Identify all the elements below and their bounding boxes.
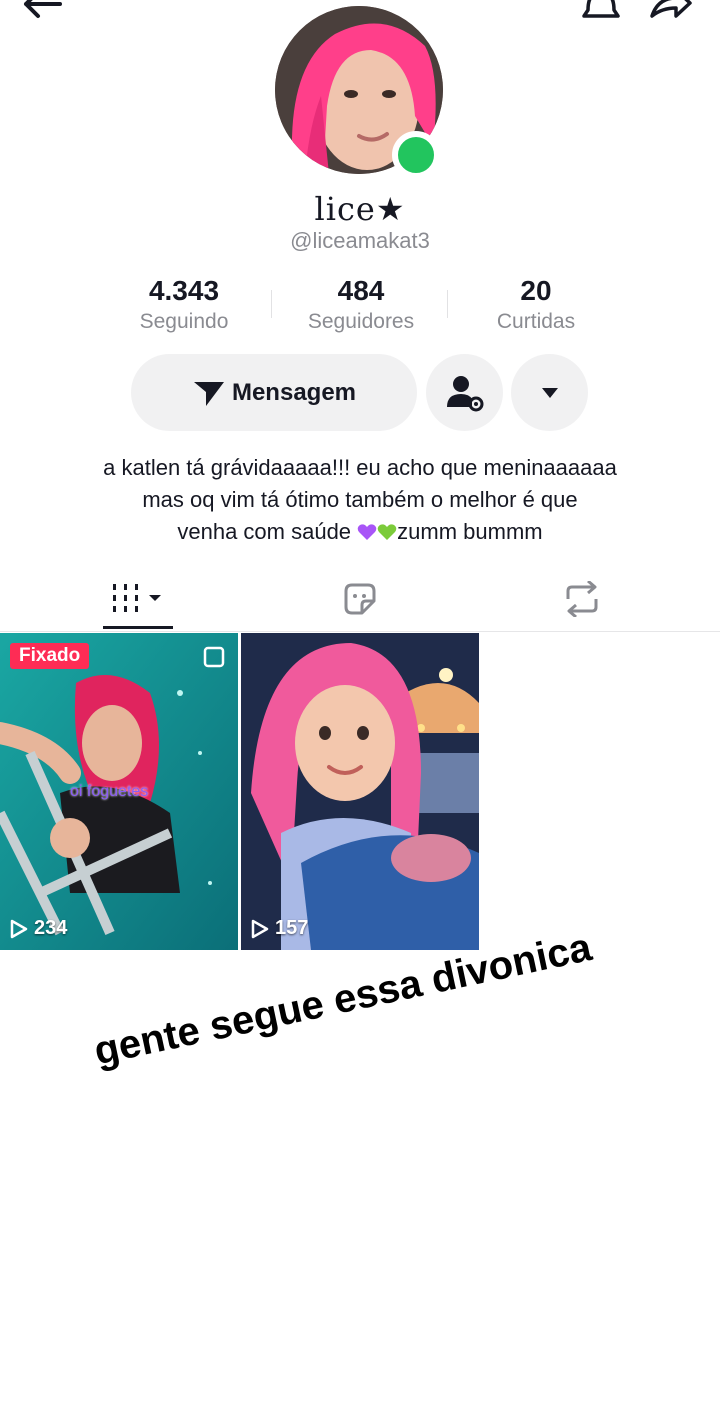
view-count: 234 <box>10 917 67 940</box>
follow-settings-button[interactable] <box>426 354 503 431</box>
stat-followers-label: Seguidores <box>307 310 415 333</box>
green-heart-icon <box>377 524 397 540</box>
stat-followers[interactable]: 484 Seguidores <box>276 274 446 336</box>
send-icon <box>193 381 224 406</box>
view-count: 157 <box>251 917 308 940</box>
bio-text: zumm bummm <box>397 519 543 544</box>
sticker-icon <box>344 583 376 615</box>
play-icon <box>10 919 28 938</box>
bio-line: a katlen tá grávidaaaaa!!! eu acho que m… <box>103 455 617 480</box>
view-count-value: 157 <box>275 917 309 939</box>
video-thumbnail-image <box>241 633 479 950</box>
video-overlay-text: oi foguetes <box>70 783 149 800</box>
stat-likes-value: 20 <box>520 275 552 306</box>
user-settings-icon <box>446 375 483 411</box>
caret-down-icon <box>541 387 558 398</box>
stat-following[interactable]: 4.343 Seguindo <box>99 274 269 336</box>
view-count-value: 234 <box>34 917 68 939</box>
profile-bio: a katlen tá grávidaaaaa!!! eu acho que m… <box>40 452 680 548</box>
bio-text: venha com saúde <box>177 519 358 544</box>
repost-icon <box>566 581 598 617</box>
share-icon[interactable] <box>648 0 694 22</box>
stat-likes[interactable]: 20 Curtidas <box>451 274 621 336</box>
play-icon <box>251 919 269 938</box>
stat-likes-label: Curtidas <box>496 310 576 333</box>
tab-reposts[interactable] <box>462 566 702 632</box>
video-thumbnail[interactable]: Fixado oi foguetes 234 <box>0 633 238 950</box>
bio-line: venha com saúde zumm bummm <box>40 516 680 548</box>
pinned-badge: Fixado <box>10 643 90 669</box>
tab-videos[interactable] <box>18 566 258 632</box>
display-name: lice★ <box>314 190 406 228</box>
grid-icon <box>113 584 161 612</box>
username: @liceamakat3 <box>290 228 430 253</box>
back-arrow-icon[interactable] <box>22 0 66 20</box>
tab-stickers[interactable] <box>240 566 480 632</box>
purple-heart-icon <box>357 524 377 540</box>
profile-stats: 4.343 Seguindo 484 Seguidores 20 Curtida… <box>0 274 720 338</box>
stat-followers-value: 484 <box>337 275 385 306</box>
bio-line: mas oq vim tá ótimo também o melhor é qu… <box>142 487 578 512</box>
message-button-label: Mensagem <box>231 378 357 406</box>
multi-photo-icon <box>203 646 225 668</box>
stat-following-value: 4.343 <box>148 275 220 306</box>
suggested-accounts-dropdown[interactable] <box>511 354 588 431</box>
stat-divider <box>271 290 272 318</box>
profile-tabs <box>0 566 720 632</box>
online-status-dot <box>392 131 440 179</box>
stat-following-label: Seguindo <box>139 310 229 333</box>
message-button[interactable]: Mensagem <box>131 354 417 431</box>
video-grid: Fixado oi foguetes 234 157 <box>0 633 720 951</box>
bell-icon[interactable] <box>580 0 622 24</box>
stat-divider <box>447 290 448 318</box>
video-thumbnail[interactable]: 157 <box>241 633 479 950</box>
active-tab-indicator <box>103 626 173 629</box>
